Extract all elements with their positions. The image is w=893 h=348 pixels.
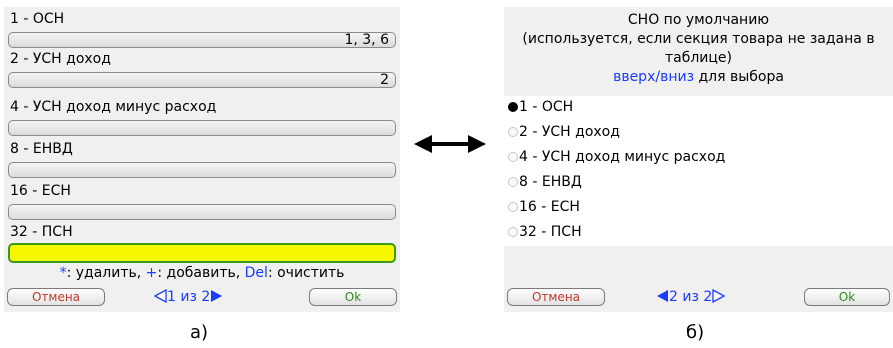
- field-usn-income[interactable]: 2: [8, 72, 396, 88]
- option-label: 1 - ОСН: [519, 99, 574, 115]
- title-line-3: таблице): [664, 50, 733, 66]
- hint-key-asterisk: *: [59, 265, 67, 281]
- option-label: 32 - ПСН: [519, 224, 582, 240]
- hint-key-del: Del: [244, 265, 268, 281]
- next-page-icon[interactable]: [712, 288, 726, 308]
- pager: 1 из 2: [153, 288, 223, 308]
- field-psn[interactable]: [8, 243, 396, 263]
- option-label: 16 - ЕСН: [519, 199, 580, 215]
- option-usn-income-expense[interactable]: 4 - УСН доход минус расход: [508, 149, 725, 165]
- prev-page-icon[interactable]: [656, 289, 669, 308]
- radio-icon[interactable]: [508, 177, 518, 187]
- radio-icon[interactable]: [508, 152, 518, 162]
- pager: 2 из 2: [656, 288, 726, 308]
- radio-icon[interactable]: [508, 127, 518, 137]
- option-label: 4 - УСН доход минус расход: [519, 149, 726, 165]
- caption-a: а): [190, 322, 209, 343]
- nav-hint: вверх/вниз для выбора: [504, 68, 893, 87]
- radio-icon[interactable]: [508, 227, 518, 237]
- field-label-usn-income: 2 - УСН доход: [10, 51, 111, 67]
- double-arrow-icon: [414, 133, 486, 159]
- option-usn-income[interactable]: 2 - УСН доход: [508, 124, 620, 140]
- option-envd[interactable]: 8 - ЕНВД: [508, 174, 582, 190]
- keyboard-hint: *: удалить, +: добавить, Del: очистить: [4, 265, 400, 281]
- caption-b: б): [686, 322, 705, 343]
- field-envd[interactable]: [8, 162, 396, 178]
- hint-clear-text: : очистить: [267, 265, 345, 281]
- field-label-esn: 16 - ЕСН: [10, 183, 71, 199]
- option-label: 8 - ЕНВД: [519, 174, 582, 190]
- field-label-envd: 8 - ЕНВД: [10, 141, 73, 157]
- option-label: 2 - УСН доход: [519, 124, 620, 140]
- field-esn[interactable]: [8, 204, 396, 220]
- field-label-usn-income-expense: 4 - УСН доход минус расход: [10, 99, 217, 115]
- dialog-title: СНО по умолчанию (используется, если сек…: [504, 11, 893, 87]
- page-indicator: 1 из 2: [167, 289, 211, 305]
- field-osn[interactable]: 1, 3, 6: [8, 32, 396, 48]
- option-esn[interactable]: 16 - ЕСН: [508, 199, 580, 215]
- next-page-icon[interactable]: [210, 289, 223, 308]
- option-osn[interactable]: 1 - ОСН: [508, 99, 573, 115]
- panel-b: СНО по умолчанию (используется, если сек…: [504, 7, 893, 312]
- hint-add-text: : добавить,: [157, 265, 245, 281]
- field-label-osn: 1 - ОСН: [10, 11, 65, 27]
- hint-key-plus: +: [145, 265, 158, 281]
- ok-button[interactable]: Ok: [309, 288, 397, 306]
- panel-a: 1 - ОСН 1, 3, 6 2 - УСН доход 2 4 - УСН …: [4, 7, 400, 312]
- nav-keys: вверх/вниз: [613, 69, 695, 85]
- radio-selected-icon[interactable]: [508, 102, 518, 112]
- options-list: 1 - ОСН 2 - УСН доход 4 - УСН доход мину…: [504, 96, 893, 246]
- option-psn[interactable]: 32 - ПСН: [508, 224, 582, 240]
- hint-delete-text: : удалить,: [66, 265, 146, 281]
- field-usn-income-expense[interactable]: [8, 120, 396, 136]
- radio-icon[interactable]: [508, 202, 518, 212]
- nav-text: для выбора: [694, 69, 784, 85]
- title-line-1: СНО по умолчанию: [627, 12, 770, 28]
- ok-button[interactable]: Ok: [804, 288, 890, 306]
- page-indicator: 2 из 2: [669, 289, 713, 305]
- cancel-button[interactable]: Отмена: [7, 288, 105, 306]
- title-line-2: (используется, если секция товара не зад…: [522, 31, 875, 47]
- cancel-button[interactable]: Отмена: [507, 288, 605, 306]
- field-label-psn: 32 - ПСН: [10, 224, 73, 240]
- prev-page-icon[interactable]: [153, 288, 167, 308]
